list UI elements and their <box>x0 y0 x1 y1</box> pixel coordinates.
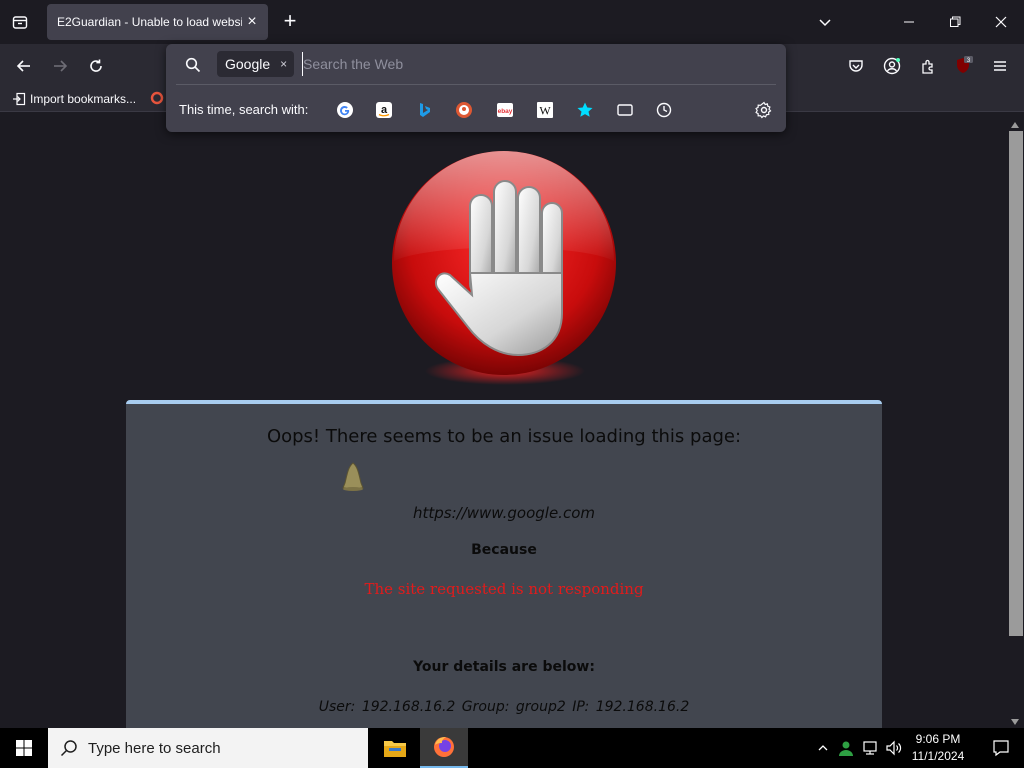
active-tab[interactable]: E2Guardian - Unable to load website × <box>47 4 268 40</box>
error-title: Oops! There seems to be an issue loading… <box>266 426 742 447</box>
pocket-icon[interactable] <box>842 52 870 80</box>
bookmark-favicon-icon[interactable] <box>150 90 164 108</box>
taskbar-search-box[interactable]: Type here to search <box>48 728 368 768</box>
svg-text:a: a <box>381 104 388 116</box>
restore-icon[interactable] <box>941 8 969 36</box>
back-arrow-icon[interactable] <box>10 52 38 80</box>
because-label: Because <box>471 542 537 558</box>
import-bookmarks-label: Import bookmarks... <box>30 92 137 106</box>
wikipedia-engine-icon[interactable]: W <box>534 99 556 121</box>
windows-start-icon[interactable] <box>0 728 48 768</box>
close-window-icon[interactable] <box>987 8 1015 36</box>
taskbar-clock[interactable]: 9:06 PM 11/1/2024 <box>900 731 976 765</box>
search-icon <box>182 54 204 76</box>
firefox-taskbar-icon[interactable] <box>420 728 468 768</box>
search-with-label: This time, search with: <box>179 102 309 117</box>
amazon-engine-icon[interactable]: a <box>373 99 395 121</box>
scroll-down-icon[interactable] <box>1010 714 1020 725</box>
page-content: Oops! There seems to be an issue loading… <box>0 113 1006 728</box>
account-icon[interactable] <box>878 52 906 80</box>
new-tab-button[interactable]: + <box>278 10 302 34</box>
ebay-engine-icon[interactable]: ebay <box>494 99 516 121</box>
windows-taskbar: Type here to search 9:06 PM 11/1/2024 <box>0 728 1024 768</box>
tabs-search-icon[interactable] <box>614 99 636 121</box>
stop-hand-logo <box>392 151 616 385</box>
svg-text:ebay: ebay <box>498 108 513 115</box>
popup-divider <box>176 84 776 85</box>
ublock-icon[interactable]: 3 <box>950 52 978 80</box>
svg-text:W: W <box>539 104 551 118</box>
user-tray-icon[interactable] <box>836 738 856 758</box>
tab-close-icon[interactable]: × <box>242 12 262 32</box>
details-heading: Your details are below: <box>413 659 595 675</box>
blocked-url: https://www.google.com <box>413 504 595 522</box>
tab-title: E2Guardian - Unable to load website <box>57 15 242 29</box>
tab-strip: E2Guardian - Unable to load website × + <box>0 0 1024 44</box>
tab-overflow-chevron-icon[interactable] <box>811 8 839 36</box>
list-all-tabs-icon[interactable] <box>8 10 32 34</box>
bell-icon <box>342 462 364 491</box>
search-icon <box>60 740 77 757</box>
url-search-input[interactable] <box>302 52 772 76</box>
forward-arrow-icon[interactable] <box>46 52 74 80</box>
network-icon[interactable] <box>860 738 882 758</box>
menu-hamburger-icon[interactable] <box>986 52 1014 80</box>
scroll-up-icon[interactable] <box>1010 117 1020 128</box>
clock-time: 9:06 PM <box>915 732 961 746</box>
engine-chip-close-icon[interactable]: × <box>280 57 287 71</box>
bookmarks-search-icon[interactable] <box>574 99 596 121</box>
google-engine-icon[interactable] <box>334 99 356 121</box>
reload-icon[interactable] <box>82 52 110 80</box>
search-settings-gear-icon[interactable] <box>753 99 775 121</box>
page-scrollbar[interactable] <box>1006 113 1024 728</box>
bing-engine-icon[interactable] <box>413 99 435 121</box>
search-engine-chip[interactable]: Google × <box>217 51 294 77</box>
user-details: User: 192.168.16.2 Group: group2 IP: 192… <box>318 699 690 715</box>
address-bar-popup: Google × This time, search with: a ebay … <box>166 44 786 132</box>
scrollbar-thumb[interactable] <box>1009 131 1023 636</box>
minimize-icon[interactable] <box>895 8 923 36</box>
history-search-icon[interactable] <box>653 99 675 121</box>
show-hidden-icons-chevron-icon[interactable] <box>814 738 832 758</box>
clock-date: 11/1/2024 <box>911 749 965 763</box>
duckduckgo-engine-icon[interactable] <box>453 99 475 121</box>
notification-center-icon[interactable] <box>978 728 1024 768</box>
block-reason: The site requested is not responding <box>364 580 644 598</box>
engine-chip-label: Google <box>225 56 271 72</box>
error-panel: Oops! There seems to be an issue loading… <box>126 400 882 728</box>
extensions-icon[interactable] <box>914 52 942 80</box>
import-bookmarks-item[interactable]: Import bookmarks... <box>12 90 136 108</box>
file-explorer-icon[interactable] <box>371 728 419 768</box>
taskbar-search-placeholder: Type here to search <box>88 739 221 757</box>
import-icon <box>13 92 26 106</box>
